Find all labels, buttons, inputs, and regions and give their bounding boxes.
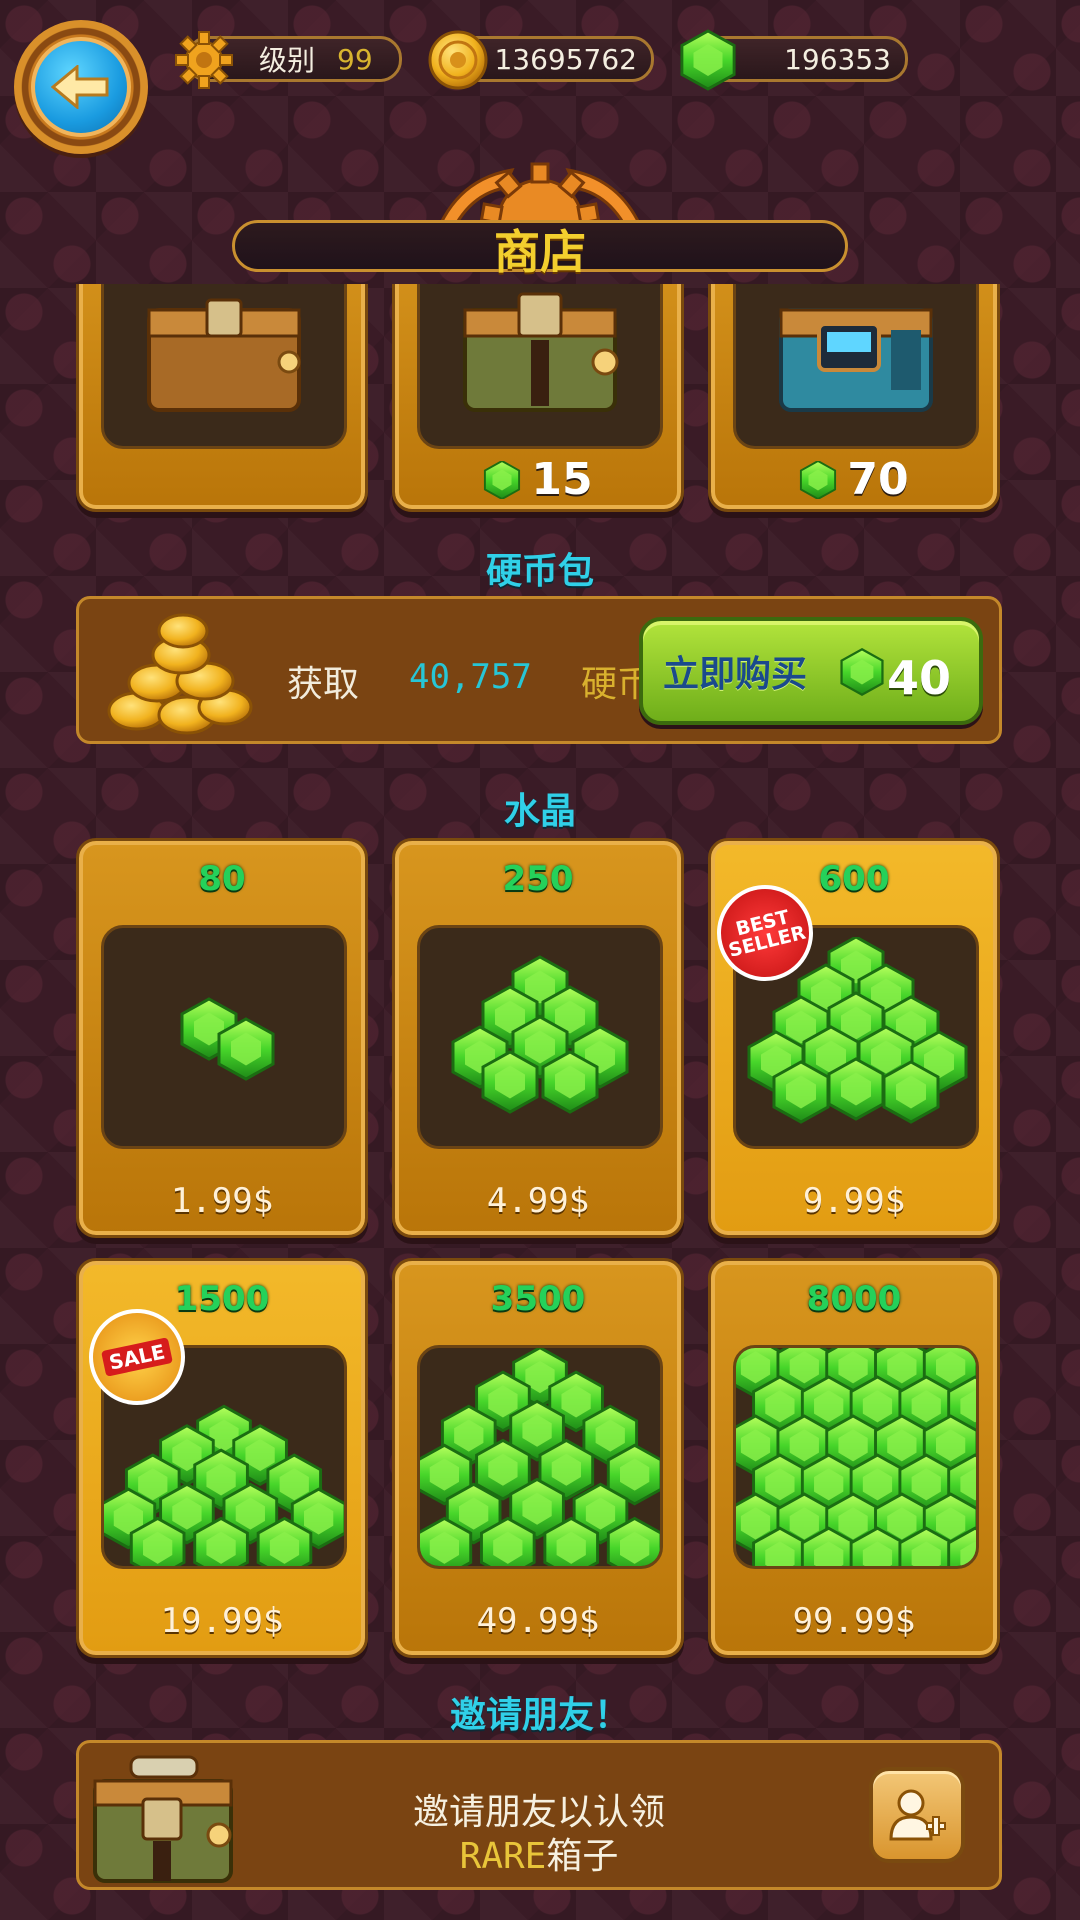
- crystal-image-frame: [417, 925, 663, 1149]
- crystal-price: 1.99$: [170, 1181, 274, 1221]
- level-display: 级别 99: [175, 31, 402, 89]
- coin-pack-section-title: 硬币包: [485, 551, 594, 592]
- crystal-image-frame: [733, 1345, 979, 1569]
- crystal-amount: 3500: [490, 1279, 586, 1319]
- level-label: 级别: [259, 44, 316, 77]
- gem-icon: [800, 460, 837, 499]
- crystal-image-frame: [101, 925, 347, 1149]
- gem-icon: [484, 460, 521, 499]
- crystal-price: 9.99$: [802, 1181, 906, 1221]
- invite-friends-row: 邀请朋友以认领 RARE箱子: [76, 1740, 1002, 1890]
- gear-icon: [171, 27, 237, 93]
- coin-pack-amount: 40,757: [409, 657, 532, 697]
- invite-reward-suffix: 箱子: [546, 1836, 619, 1877]
- crystal-amount: 250: [502, 859, 574, 899]
- crystal-price: 99.99$: [792, 1601, 916, 1641]
- invite-rare-label: RARE: [459, 1836, 547, 1877]
- shop-title-bar: 商店: [232, 220, 848, 279]
- chest-card[interactable]: 70: [708, 284, 1000, 512]
- chest-card[interactable]: [76, 284, 368, 512]
- tech-chest-icon: [779, 308, 933, 412]
- gem-icon: [675, 27, 741, 93]
- buy-now-price: 40: [886, 651, 951, 705]
- back-arrow-icon: [31, 37, 131, 137]
- crystal-pack-card[interactable]: 80 1.99$: [76, 838, 368, 1238]
- crystal-full-icon: [736, 1348, 976, 1569]
- crystal-pack-card[interactable]: 3500 49.99$: [392, 1258, 684, 1658]
- sale-badge-label: SALE: [100, 1337, 174, 1377]
- chest-image-frame: [417, 284, 663, 449]
- gem-icon: [840, 648, 884, 696]
- chest-card[interactable]: 15: [392, 284, 684, 512]
- chest-image-frame: [733, 284, 979, 449]
- crystal-amount: 8000: [806, 1279, 902, 1319]
- coin-pack-row: 获取 40,757 硬币 立即购买 40: [76, 596, 1002, 744]
- crystal-image-frame: [417, 1345, 663, 1569]
- crystal-price: 4.99$: [486, 1181, 590, 1221]
- crystal-pack-card[interactable]: 600 9.99$ BEST SELLER: [706, 838, 1000, 1238]
- coin-balance: 13695762: [428, 30, 654, 90]
- chest-row: 15 70: [0, 284, 1080, 520]
- chest-price: 70: [711, 454, 997, 505]
- crystal-pile-icon: [451, 955, 629, 1114]
- crystals-section-title: 水晶: [503, 791, 576, 832]
- coin-icon: [425, 27, 491, 93]
- buy-now-label: 立即购买: [663, 654, 808, 695]
- page-title: 商店: [494, 225, 586, 279]
- invite-section-title: 邀请朋友！: [449, 1695, 630, 1736]
- crystal-pack-card[interactable]: 250 4.99$: [392, 838, 684, 1238]
- back-button[interactable]: [14, 20, 148, 154]
- wooden-chest-icon: [147, 298, 301, 412]
- crystal-pack-card[interactable]: 1500 19.99$ SALE: [76, 1258, 368, 1658]
- rare-chest-icon: [93, 1755, 233, 1883]
- add-friend-button[interactable]: [869, 1767, 965, 1863]
- add-user-icon: [889, 1789, 946, 1841]
- chest-image-frame: [101, 284, 347, 449]
- coin-pack-get-label: 获取: [287, 664, 360, 705]
- level-value: 99: [337, 42, 373, 76]
- crystal-price: 19.99$: [160, 1601, 284, 1641]
- crystal-pile-icon: [420, 1348, 660, 1566]
- coin-pile-icon: [107, 613, 253, 735]
- gem-balance: 196353: [680, 29, 908, 91]
- crystal-small-icon: [180, 997, 275, 1081]
- crystal-price: 49.99$: [476, 1601, 600, 1641]
- crystal-amount: 80: [198, 859, 246, 899]
- invite-reward: RARE箱子: [329, 1827, 749, 1879]
- best-seller-badge-label: BEST SELLER: [726, 906, 808, 962]
- coin-balance-value: 13695762: [494, 42, 637, 76]
- locked-chest-icon: [463, 292, 619, 412]
- crystal-pack-card[interactable]: 8000 99.99$: [708, 1258, 1000, 1658]
- chest-price: 15: [395, 454, 681, 505]
- gem-balance-value: 196353: [784, 42, 891, 76]
- buy-now-button[interactable]: 立即购买 40: [639, 617, 983, 725]
